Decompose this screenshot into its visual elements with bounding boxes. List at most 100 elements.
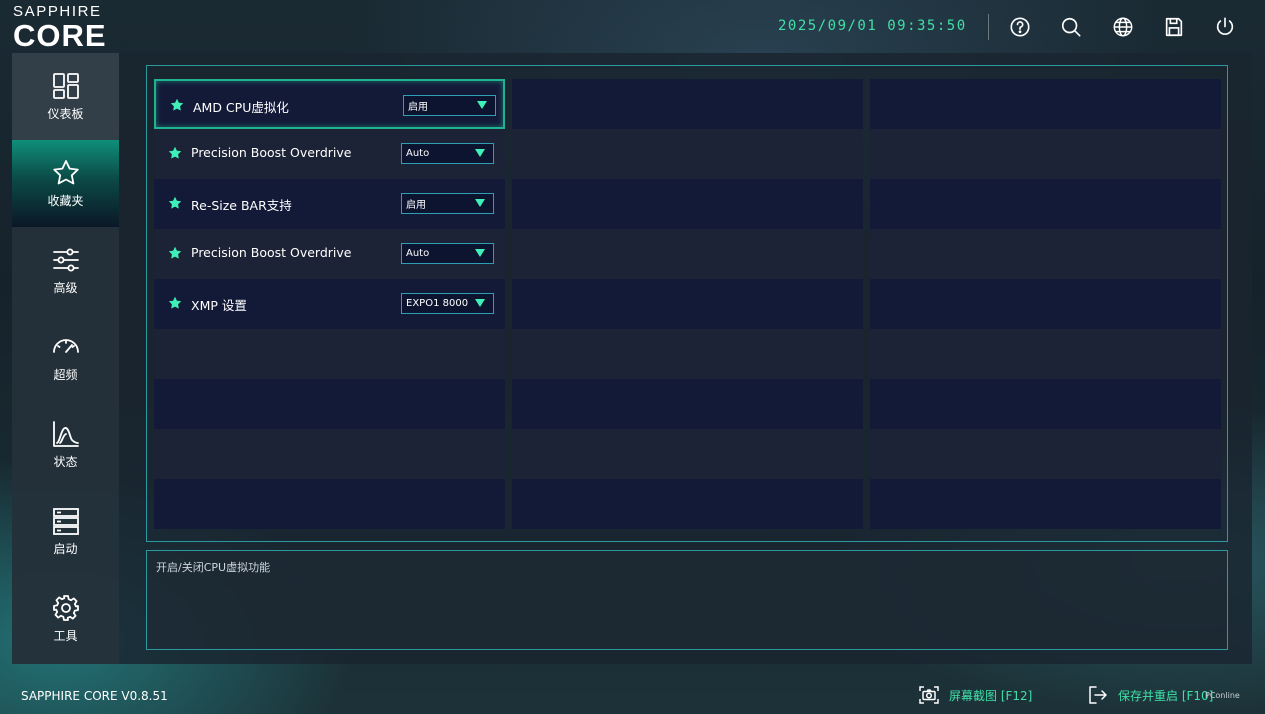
setting-amd-cpu-virtualization[interactable]: AMD CPU虚拟化 启用 (154, 79, 505, 129)
settings-row (870, 479, 1221, 529)
setting-label: XMP 设置 (191, 298, 247, 313)
watermark: PConline (1205, 691, 1240, 700)
sidebar-item-label: 工具 (53, 629, 78, 643)
setting-precision-boost-overdrive-2[interactable]: Precision Boost Overdrive Auto (154, 229, 505, 279)
dashboard-icon (52, 73, 79, 99)
sidebar-item-label: 高级 (53, 281, 78, 295)
settings-row (512, 429, 863, 479)
sidebar-item-label: 启动 (53, 542, 78, 556)
help-icon (1010, 17, 1030, 37)
save-button[interactable] (1161, 14, 1187, 40)
dropdown-arrow-icon (477, 101, 487, 109)
brand-line1: SAPPHIRE (13, 3, 102, 20)
favorite-star-icon[interactable] (168, 296, 182, 310)
setting-dropdown[interactable]: 启用 (401, 193, 494, 214)
settings-column-3 (870, 79, 1221, 530)
dropdown-value: 启用 (408, 102, 428, 113)
search-button[interactable] (1058, 14, 1084, 40)
sidebar-item-status[interactable]: 状态 (12, 401, 119, 488)
settings-row (154, 379, 505, 429)
favorite-star-icon[interactable] (168, 246, 182, 260)
favorite-star-icon[interactable] (168, 196, 182, 210)
setting-dropdown[interactable]: Auto (401, 143, 494, 164)
setting-dropdown[interactable]: Auto (401, 243, 494, 264)
chart-icon (52, 421, 79, 447)
camera-icon (919, 686, 939, 704)
setting-precision-boost-overdrive[interactable]: Precision Boost Overdrive Auto (154, 129, 505, 179)
favorite-star-icon[interactable] (168, 146, 182, 160)
dropdown-value: 启用 (406, 200, 426, 211)
screenshot-button[interactable]: 屏幕截图 [F12] (919, 683, 1032, 707)
save-restart-button[interactable]: 保存并重启 [F10] (1088, 683, 1213, 707)
settings-row (512, 379, 863, 429)
brand-line2: CORE (13, 18, 107, 53)
sidebar-item-favorites[interactable]: 收藏夹 (12, 140, 119, 227)
screenshot-label: 屏幕截图 [F12] (949, 688, 1033, 703)
settings-row (154, 329, 505, 379)
settings-column-1: AMD CPU虚拟化 启用 Precision Boost Overdrive … (154, 79, 505, 530)
settings-row (870, 229, 1221, 279)
gauge-icon (52, 339, 79, 353)
sidebar: 仪表板 收藏夹 高级 超频 状态 启动 工具 (12, 53, 119, 664)
settings-panel: AMD CPU虚拟化 启用 Precision Boost Overdrive … (146, 65, 1228, 542)
brand-logo: SAPPHIRE CORE (13, 3, 149, 53)
settings-row (870, 329, 1221, 379)
settings-row (870, 379, 1221, 429)
setting-resize-bar[interactable]: Re-Size BAR支持 启用 (154, 179, 505, 229)
dropdown-arrow-icon (475, 249, 485, 257)
sidebar-item-label: 收藏夹 (47, 194, 84, 208)
favorite-star-icon[interactable] (170, 98, 184, 112)
dropdown-arrow-icon (475, 199, 485, 207)
sidebar-item-dashboard[interactable]: 仪表板 (12, 53, 119, 140)
sidebar-item-label: 超频 (53, 368, 78, 382)
language-button[interactable] (1110, 14, 1136, 40)
power-button[interactable] (1212, 14, 1238, 40)
star-icon (52, 160, 79, 185)
settings-row (512, 79, 863, 129)
dropdown-value: EXPO1 8000 (406, 298, 469, 309)
header-divider (988, 14, 989, 40)
setting-label: Precision Boost Overdrive (191, 145, 352, 160)
description-text: 开启/关闭CPU虚拟功能 (156, 561, 271, 574)
sidebar-item-label: 状态 (53, 455, 78, 469)
settings-row (512, 179, 863, 229)
settings-row (870, 279, 1221, 329)
save-restart-label: 保存并重启 [F10] (1118, 688, 1214, 703)
dropdown-arrow-icon (475, 299, 485, 307)
sidebar-item-overclock[interactable]: 超频 (12, 314, 119, 401)
sidebar-item-boot[interactable]: 启动 (12, 488, 119, 575)
settings-row (870, 429, 1221, 479)
globe-icon (1113, 17, 1133, 37)
help-button[interactable] (1007, 14, 1033, 40)
settings-row (512, 329, 863, 379)
version-label: SAPPHIRE CORE V0.8.51 (21, 689, 168, 703)
settings-row (870, 129, 1221, 179)
settings-row (512, 479, 863, 529)
setting-label: Precision Boost Overdrive (191, 245, 352, 260)
sidebar-item-tools[interactable]: 工具 (12, 575, 119, 662)
settings-row (512, 229, 863, 279)
power-icon (1216, 17, 1234, 35)
description-panel: 开启/关闭CPU虚拟功能 (146, 550, 1228, 650)
settings-row (154, 429, 505, 479)
dropdown-value: Auto (406, 248, 430, 259)
settings-row (154, 479, 505, 529)
dropdown-value: Auto (406, 148, 430, 159)
setting-label: AMD CPU虚拟化 (193, 100, 289, 115)
settings-row (870, 179, 1221, 229)
setting-xmp[interactable]: XMP 设置 EXPO1 8000 (154, 279, 505, 329)
save-icon (1165, 17, 1183, 37)
sliders-icon (52, 248, 79, 272)
settings-row (870, 79, 1221, 129)
sidebar-item-advanced[interactable]: 高级 (12, 227, 119, 314)
setting-label: Re-Size BAR支持 (191, 198, 292, 213)
dropdown-arrow-icon (475, 149, 485, 157)
settings-row (512, 129, 863, 179)
settings-row (512, 279, 863, 329)
datetime-display: 2025/09/01 09:35:50 (778, 18, 967, 34)
setting-dropdown[interactable]: EXPO1 8000 (401, 293, 494, 314)
setting-dropdown[interactable]: 启用 (403, 95, 496, 116)
server-icon (52, 508, 79, 535)
sidebar-item-label: 仪表板 (47, 107, 84, 121)
search-icon (1061, 17, 1081, 37)
